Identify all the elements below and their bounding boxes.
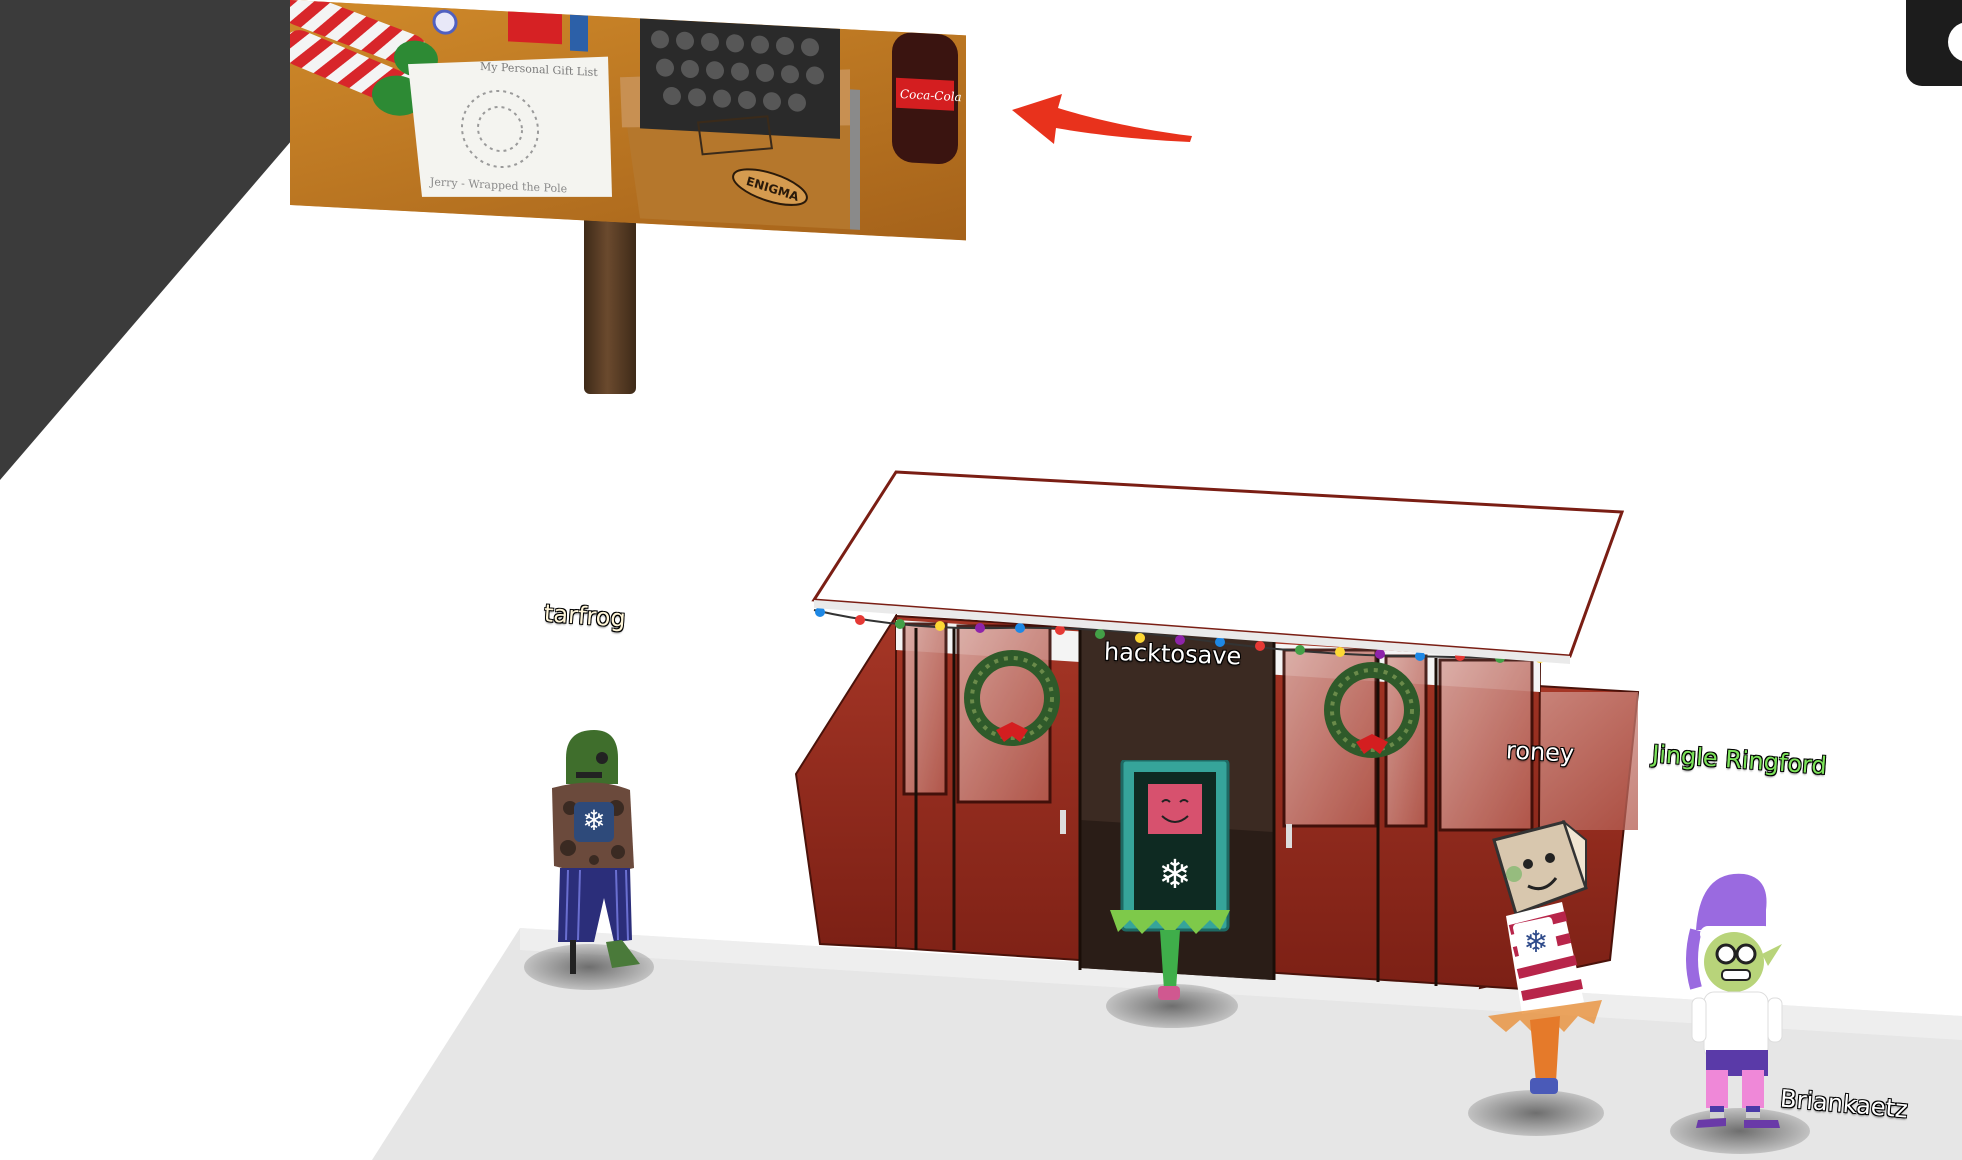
player-name-tag: tarfrog xyxy=(543,599,627,633)
door-handle xyxy=(1060,810,1066,834)
svg-text:❄: ❄ xyxy=(1523,925,1548,960)
player-name-tag: roney xyxy=(1505,736,1575,768)
avatar-tarfrog[interactable]: ❄ xyxy=(548,728,648,978)
avatar-roney[interactable]: ❄ xyxy=(1462,820,1622,1110)
svg-text:❄: ❄ xyxy=(582,804,605,837)
enigma-machine: ENIGMA xyxy=(620,18,860,230)
arrow-left-icon xyxy=(1012,94,1192,144)
sign-photo[interactable]: My Personal Gift List Jerry - Wrapped th… xyxy=(290,0,966,241)
wish-list-paper: My Personal Gift List Jerry - Wrapped th… xyxy=(408,56,612,197)
svg-text:❄: ❄ xyxy=(1158,852,1192,898)
door-handle xyxy=(1286,824,1292,848)
avatar-hacktosave[interactable]: ❄ xyxy=(1110,760,1230,1010)
menu-circle-button[interactable] xyxy=(1906,0,1962,86)
cola-bottle: Coca-Cola xyxy=(892,32,962,164)
player-name-tag: hacktosave xyxy=(1103,637,1242,671)
menu-circle-icon xyxy=(1948,22,1962,62)
